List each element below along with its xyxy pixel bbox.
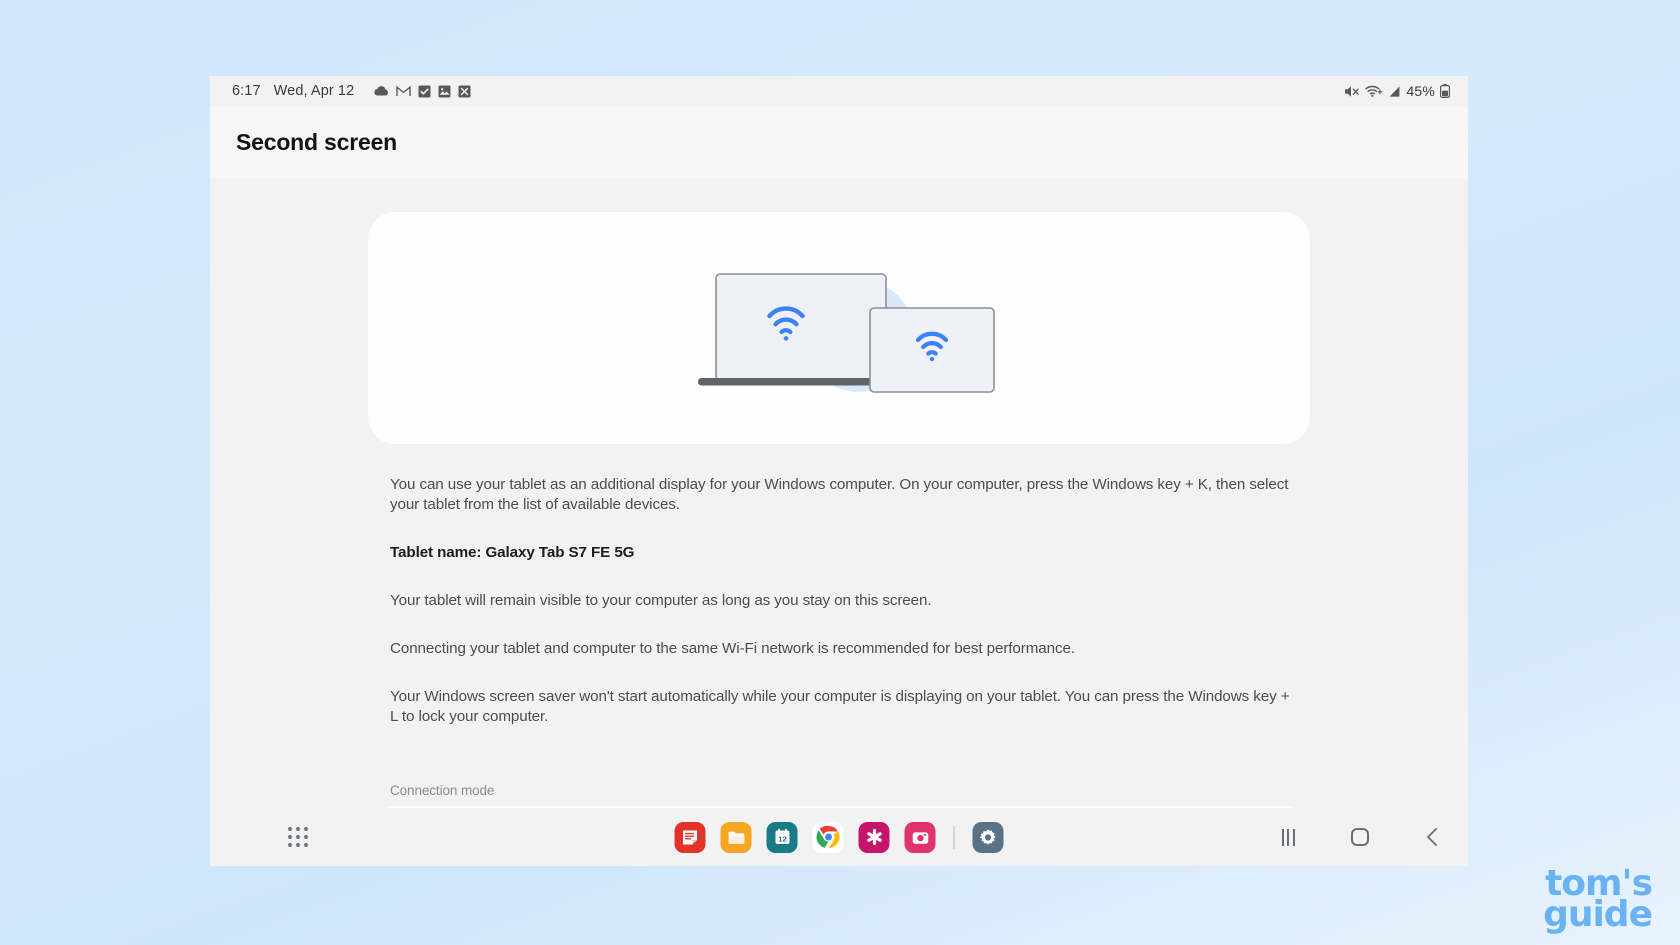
- gmail-icon: [396, 85, 411, 96]
- status-bar-left: 6:17 Wed, Apr 12: [232, 83, 471, 99]
- gear-icon: [979, 828, 996, 844]
- info-paragraph-1: You can use your tablet as an additional…: [390, 476, 1289, 514]
- status-bar: 6:17 Wed, Apr 12 45%: [210, 76, 1468, 106]
- dock-icon-samsung-notes[interactable]: [674, 821, 706, 853]
- info-paragraph-3: Connecting your tablet and computer to t…: [390, 640, 1075, 658]
- back-chevron-icon: [1426, 828, 1437, 846]
- hero-illustration-card: [368, 212, 1310, 444]
- chrome-icon: [816, 825, 840, 848]
- signal-icon: [1389, 85, 1400, 97]
- apps-grid-icon[interactable]: [288, 827, 308, 847]
- recents-button[interactable]: [1252, 808, 1324, 866]
- navigation-buttons: [1252, 808, 1468, 866]
- notes-icon: [683, 830, 697, 844]
- home-icon: [1351, 828, 1369, 846]
- watermark-line-2: guide: [1543, 894, 1653, 936]
- app-header: Second screen: [210, 106, 1468, 178]
- home-button[interactable]: [1324, 808, 1396, 866]
- info-paragraph-4: Your Windows screen saver won't start au…: [390, 688, 1290, 726]
- folder-icon: [728, 831, 744, 844]
- dock-icon-my-files[interactable]: [720, 821, 752, 853]
- taskbar: 12: [210, 808, 1468, 866]
- tablet-screen: 6:17 Wed, Apr 12 45% Second screen You c…: [210, 76, 1468, 866]
- back-button[interactable]: [1396, 808, 1468, 866]
- page-title: Second screen: [236, 128, 398, 155]
- battery-icon: [1440, 84, 1450, 98]
- dock-icon-gallery[interactable]: [904, 821, 936, 853]
- toms-guide-watermark: tom's guide: [1543, 866, 1653, 936]
- dock: 12: [674, 821, 1004, 853]
- x-box-icon: [458, 85, 471, 97]
- calendar-day-number: 12: [778, 835, 786, 844]
- photo-icon: [438, 85, 451, 97]
- wifi-plus-icon: [1365, 85, 1383, 97]
- dock-divider: [953, 825, 955, 849]
- battery-percent: 45%: [1406, 83, 1435, 99]
- laptop-and-tablet-wifi-illustration: [698, 273, 995, 393]
- gallery-camera-icon: [912, 831, 928, 844]
- dock-icon-samsung-members[interactable]: [858, 821, 890, 853]
- dock-icon-chrome[interactable]: [812, 821, 844, 853]
- status-date: Wed, Apr 12: [273, 83, 355, 99]
- tablet-name-line: Tablet name: Galaxy Tab S7 FE 5G: [390, 544, 635, 562]
- checkbox-icon: [418, 85, 431, 97]
- mute-icon: [1345, 85, 1360, 97]
- recents-icon: [1281, 828, 1295, 846]
- status-notification-icons: [373, 85, 471, 98]
- status-time: 6:17: [232, 83, 261, 99]
- connection-mode-label: Connection mode: [390, 783, 495, 798]
- asterisk-icon: [866, 829, 882, 845]
- cloud-icon: [374, 86, 389, 96]
- calendar-icon: 12: [775, 828, 789, 844]
- info-text-block: You can use your tablet as an additional…: [390, 475, 1290, 727]
- status-bar-right: 45%: [1343, 83, 1450, 99]
- dock-icon-settings[interactable]: [972, 821, 1004, 853]
- info-paragraph-2: Your tablet will remain visible to your …: [390, 592, 932, 610]
- dock-icon-calendar[interactable]: 12: [766, 821, 798, 853]
- content-area: You can use your tablet as an additional…: [210, 178, 1468, 866]
